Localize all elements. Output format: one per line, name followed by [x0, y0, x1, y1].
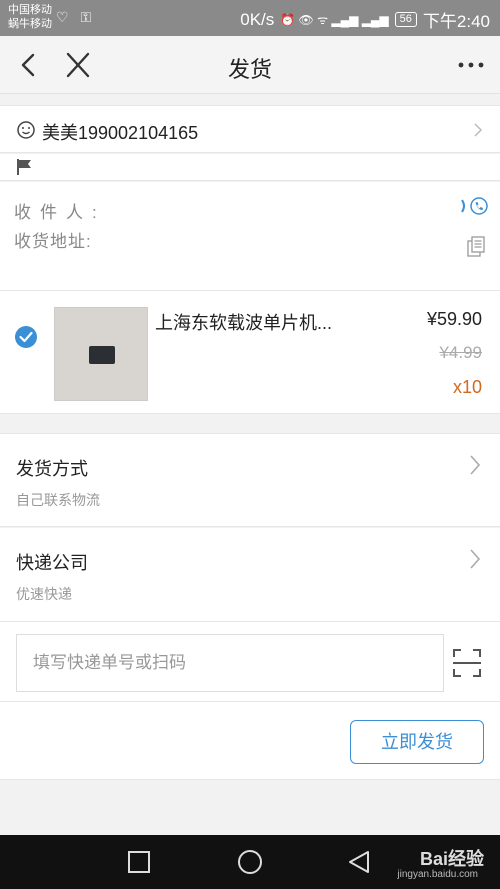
courier-company-value: 优速快递: [16, 586, 72, 602]
clock: 下午2:40: [422, 12, 490, 31]
product-original-price: ¥4.99: [439, 343, 482, 362]
tracking-number-input[interactable]: [16, 634, 444, 692]
chevron-right-icon: [474, 123, 483, 137]
carrier-line-1: 中国移动: [8, 4, 52, 16]
ship-now-button[interactable]: 立即发货: [350, 720, 484, 764]
carrier-info: 中国移动 蜗牛移动: [8, 3, 52, 31]
more-options-icon[interactable]: [456, 50, 486, 80]
battery-icon: 56: [394, 12, 417, 27]
shipping-method-title: 发货方式: [16, 459, 88, 479]
product-quantity: x10: [452, 377, 482, 397]
shipping-method-value: 自己联系物流: [16, 492, 100, 508]
chevron-right-icon: [470, 549, 481, 569]
copy-icon[interactable]: [466, 236, 486, 258]
chevron-right-icon: [470, 455, 481, 475]
watermark-url: jingyan.baidu.com: [397, 869, 478, 880]
shipping-method-row[interactable]: 发货方式 自己联系物流: [0, 433, 500, 527]
scan-icon[interactable]: [452, 648, 482, 678]
checked-circle-icon[interactable]: [14, 325, 38, 349]
status-icons: ⏰ 👁 ᯤ ▂▄▆ ▂▄▆: [280, 13, 389, 27]
home-icon[interactable]: [237, 849, 263, 875]
carrier-line-2: 蜗牛移动: [8, 18, 52, 30]
product-item: 上海东软载波单片机... ¥59.90 ¥4.99 x10: [0, 290, 500, 414]
notification-icons: ♡ ⚿: [56, 9, 96, 25]
status-right: 0K/s ⏰ 👁 ᯤ ▂▄▆ ▂▄▆ 56 下午2:40: [240, 7, 490, 32]
buyer-row[interactable]: 美美199002104165: [0, 105, 500, 153]
back-arrow-icon[interactable]: [14, 50, 44, 80]
product-name: 上海东软载波单片机...: [155, 313, 333, 333]
flag-icon[interactable]: [16, 158, 34, 176]
back-icon[interactable]: [347, 850, 371, 874]
address-section: 收件人: 收货地址:: [0, 182, 500, 290]
address-label: 收货地址:: [14, 232, 92, 251]
watermark-brand: Bai经验: [419, 849, 484, 869]
buyer-name: 美美199002104165: [42, 123, 199, 143]
close-icon[interactable]: [62, 50, 94, 80]
tracking-section: [0, 622, 500, 702]
courier-company-row[interactable]: 快递公司 优速快递: [0, 528, 500, 622]
network-speed: 0K/s: [240, 9, 275, 29]
status-bar: 中国移动 蜗牛移动 ♡ ⚿ 0K/s ⏰ 👁 ᯤ ▂▄▆ ▂▄▆ 56 下午2:…: [0, 0, 500, 36]
recipient-label: 收件人:: [14, 203, 106, 222]
system-nav-bar: Bai经验 jingyan.baidu.com: [0, 835, 500, 889]
courier-company-title: 快递公司: [16, 553, 88, 573]
flag-row[interactable]: [0, 154, 500, 181]
recent-apps-icon[interactable]: [127, 850, 151, 874]
product-image: [54, 307, 148, 401]
action-bar: 立即发货: [0, 702, 500, 780]
phone-icon[interactable]: [460, 196, 488, 216]
product-price: ¥59.90: [426, 309, 482, 329]
navbar: 发货: [0, 36, 500, 94]
smiley-icon: [17, 121, 35, 139]
